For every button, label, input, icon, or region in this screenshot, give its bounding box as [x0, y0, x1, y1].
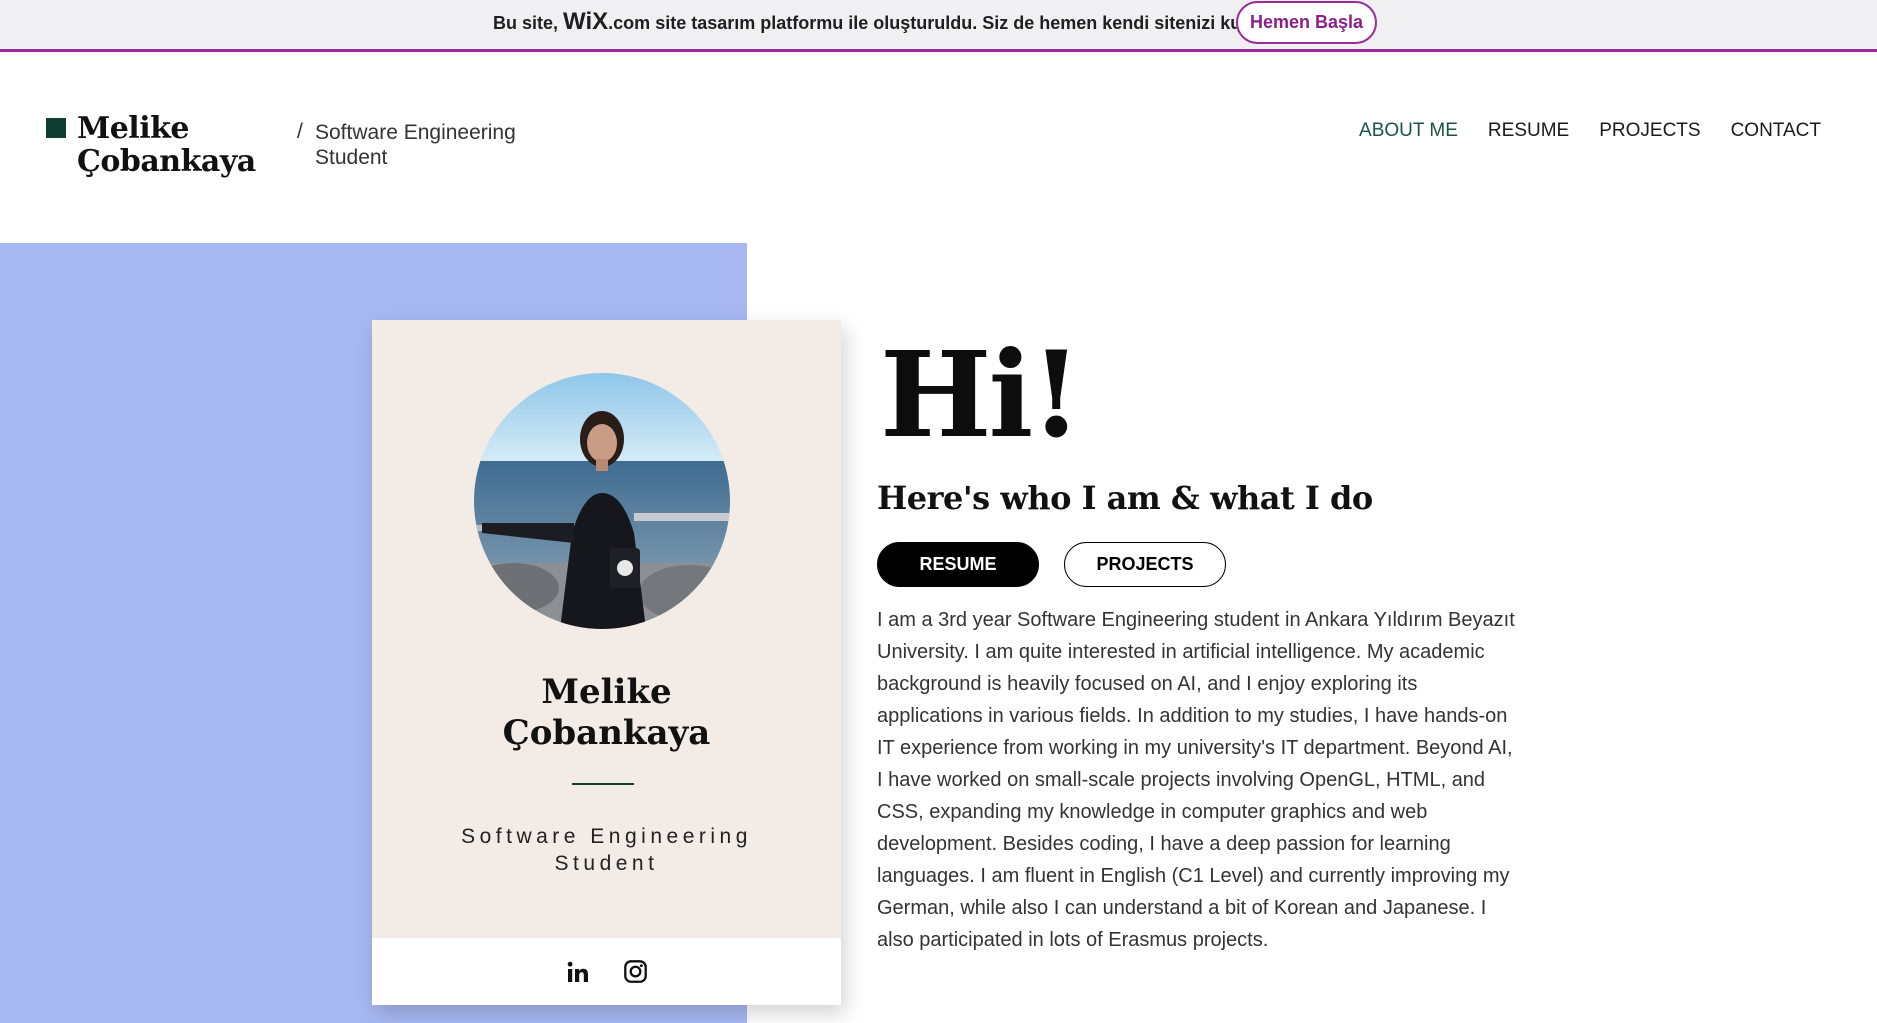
card-name-line1: Melike	[541, 672, 672, 712]
nav-item-projects[interactable]: PROJECTS	[1599, 120, 1700, 142]
about-paragraph: I am a 3rd year Software Engineering stu…	[877, 609, 1515, 951]
wix-banner: Bu site, WiX.com site tasarım platformu …	[0, 0, 1877, 52]
start-now-button[interactable]: Hemen Başla	[1236, 1, 1377, 44]
main-nav: ABOUT ME RESUME PROJECTS CONTACT	[1359, 120, 1821, 142]
site-tagline: Software Engineering Student	[315, 120, 516, 170]
tagline-line1: Software Engineering	[315, 121, 516, 144]
resume-button[interactable]: RESUME	[877, 542, 1039, 587]
card-name-line2: Çobankaya	[502, 713, 711, 753]
site-name[interactable]: Melike Çobankaya	[77, 112, 256, 178]
header-separator: /	[297, 120, 303, 143]
profile-card: Melike Çobankaya Software Engineering St…	[372, 320, 841, 1005]
profile-photo-image	[474, 373, 730, 629]
projects-button[interactable]: PROJECTS	[1064, 542, 1226, 587]
card-role-line2: Student	[554, 852, 659, 875]
wix-text-before: Bu site,	[493, 13, 559, 33]
nav-item-resume[interactable]: RESUME	[1488, 120, 1569, 142]
nav-item-about-me[interactable]: ABOUT ME	[1359, 120, 1458, 142]
social-bar	[372, 938, 841, 1005]
card-name: Melike Çobankaya	[372, 672, 841, 754]
wix-logo[interactable]: WiX	[563, 8, 608, 35]
card-role: Software Engineering Student	[372, 823, 841, 877]
card-role-line1: Software Engineering	[461, 825, 752, 848]
site-name-line2: Çobankaya	[77, 144, 256, 179]
wix-text-after: site tasarım platformu ile oluşturuldu. …	[655, 13, 1276, 33]
wix-logo-suffix: .com	[608, 13, 651, 33]
greeting-heading: Hi!	[880, 325, 1082, 464]
intro-subtitle: Here's who I am & what I do	[877, 479, 1373, 517]
instagram-icon[interactable]	[622, 958, 650, 986]
tagline-line2: Student	[315, 146, 388, 169]
wix-banner-text: Bu site, WiX.com site tasarım platformu …	[493, 8, 1276, 35]
nav-item-contact[interactable]: CONTACT	[1731, 120, 1821, 142]
card-divider	[572, 783, 634, 785]
site-name-line1: Melike	[77, 111, 189, 146]
profile-photo	[474, 373, 730, 629]
linkedin-icon[interactable]	[564, 958, 592, 986]
logo-square	[46, 118, 66, 138]
